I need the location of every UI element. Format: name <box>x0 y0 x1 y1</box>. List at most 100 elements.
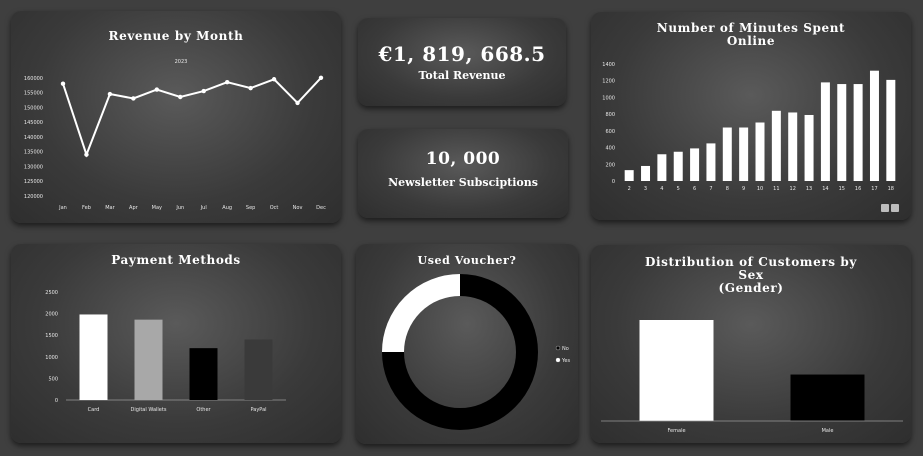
minutes-x-tick: 17 <box>871 186 877 192</box>
total-revenue-value: €1, 819, 668.5 <box>378 42 546 66</box>
voucher-donut-chart: No Yes <box>382 274 570 430</box>
revenue-point <box>84 152 89 157</box>
revenue-x-tick: Jan <box>58 205 67 211</box>
minutes-x-tick: 2 <box>628 186 631 192</box>
minutes-bar <box>788 112 798 181</box>
voucher-legend-swatch <box>555 345 561 351</box>
payment-methods-card: Payment Methods 0 500 1000 1500 2000 2500 Card… <box>11 244 341 443</box>
payment-bar <box>244 339 273 400</box>
revenue-y-tick: 145000 <box>24 120 43 126</box>
minutes-y-tick: 600 <box>605 129 615 135</box>
minutes-x-tick: 16 <box>855 186 861 192</box>
minutes-bar <box>771 110 781 181</box>
total-revenue-label: Total Revenue <box>418 69 506 82</box>
sex-bar <box>790 374 865 421</box>
payment-y-tick: 2000 <box>45 312 58 318</box>
payment-y-tick: 1500 <box>45 333 58 339</box>
payment-x-tick: PayPal <box>250 407 266 413</box>
minutes-x-tick: 10 <box>757 186 763 192</box>
customers-by-sex-card: Distribution of Customers by Sex (Gender… <box>591 245 911 443</box>
voucher-legend-label: No <box>562 346 569 352</box>
minutes-bar <box>690 148 700 181</box>
payment-bar <box>189 348 218 400</box>
voucher-slice <box>382 274 461 353</box>
revenue-y-tick: 140000 <box>24 135 43 141</box>
revenue-y-tick: 120000 <box>24 194 43 200</box>
minutes-bar <box>706 143 716 181</box>
payment-x-tick: Card <box>88 407 100 413</box>
sex-x-tick: Female <box>667 428 685 434</box>
minutes-x-tick: 4 <box>660 186 663 192</box>
revenue-x-tick: Feb <box>82 205 91 211</box>
revenue-x-tick: Mar <box>105 205 115 211</box>
minutes-bar <box>837 84 847 181</box>
minutes-y-tick: 200 <box>605 162 615 168</box>
minutes-bar <box>886 79 896 181</box>
revenue-x-tick: Oct <box>270 205 279 211</box>
revenue-point <box>318 75 324 80</box>
minutes-x-tick: 13 <box>806 186 812 192</box>
minutes-x-tick: 18 <box>888 186 894 192</box>
revenue-x-tick: Sep <box>246 205 255 211</box>
revenue-y-tick: 160000 <box>24 76 43 82</box>
revenue-point <box>178 94 183 100</box>
revenue-y-tick: 125000 <box>24 179 43 185</box>
payment-y-tick: 2500 <box>45 290 58 296</box>
minutes-x-tick: 8 <box>726 186 729 192</box>
newsletter-card: 10, 000 Newsletter Subsciptions <box>358 129 568 218</box>
revenue-point <box>107 91 113 97</box>
revenue-y-tick: 135000 <box>24 150 43 156</box>
revenue-y-tick: 155000 <box>24 91 43 97</box>
chart-filter-button-1[interactable] <box>881 204 889 212</box>
minutes-bar <box>739 127 749 181</box>
minutes-x-tick: 15 <box>839 186 845 192</box>
revenue-point <box>131 96 136 101</box>
minutes-y-tick: 1000 <box>602 95 615 101</box>
payment-x-tick: Other <box>196 407 211 413</box>
minutes-bar <box>820 82 830 181</box>
revenue-point <box>154 87 160 92</box>
minutes-x-tick: 11 <box>773 186 779 192</box>
minutes-y-tick: 0 <box>612 179 615 185</box>
revenue-y-tick: 130000 <box>24 164 43 170</box>
minutes-x-tick: 6 <box>693 186 696 192</box>
revenue-x-tick: May <box>152 205 162 211</box>
minutes-bar <box>624 170 634 181</box>
minutes-bar <box>722 127 732 181</box>
payment-bar-chart: 0 500 1000 1500 2000 2500 Card Digital Wallets O… <box>45 290 286 413</box>
minutes-bar <box>641 165 651 181</box>
voucher-legend-label: Yes <box>561 358 570 364</box>
minutes-bar <box>853 84 863 181</box>
minutes-x-tick: 3 <box>644 186 647 192</box>
revenue-point <box>295 100 300 106</box>
minutes-bar <box>755 122 765 181</box>
revenue-legend-label: 2023 <box>175 59 188 65</box>
minutes-y-tick: 1400 <box>602 62 615 68</box>
minutes-bar <box>673 151 683 181</box>
newsletter-value: 10, 000 <box>425 149 501 169</box>
used-voucher-card: Used Voucher? No Yes <box>356 244 578 444</box>
minutes-x-tick: 9 <box>742 186 745 192</box>
minutes-bar <box>657 154 667 181</box>
revenue-point <box>271 77 277 82</box>
chart-filter-button-2[interactable] <box>891 204 899 212</box>
minutes-y-tick: 800 <box>605 112 615 118</box>
sex-bar <box>639 320 714 421</box>
revenue-x-tick: Aug <box>222 205 232 211</box>
revenue-x-tick: Nov <box>293 205 303 211</box>
revenue-point <box>248 85 253 91</box>
revenue-line-chart: 2023 120000 125000 130000 135000 140000 145000… <box>24 59 326 211</box>
total-revenue-card: €1, 819, 668.5 Total Revenue <box>358 18 566 106</box>
revenue-y-tick: 150000 <box>24 105 43 111</box>
minutes-y-tick: 1200 <box>602 79 615 85</box>
payment-bar <box>134 319 163 400</box>
payment-y-tick: 1000 <box>45 355 58 361</box>
revenue-point <box>224 80 230 85</box>
revenue-x-tick: Jun <box>175 205 184 211</box>
payment-bar <box>79 314 108 400</box>
minutes-x-tick: 7 <box>709 186 712 192</box>
voucher-legend-swatch <box>555 357 561 363</box>
minutes-bar-chart: 0 200 400 600 800 1000 1200 1400 2 3 4 5 6 7 8 9 10 11 12 1… <box>602 62 896 192</box>
minutes-online-card: Number of Minutes Spent Online 0 200 400 60… <box>591 12 911 220</box>
revenue-x-tick: Jul <box>200 205 207 211</box>
